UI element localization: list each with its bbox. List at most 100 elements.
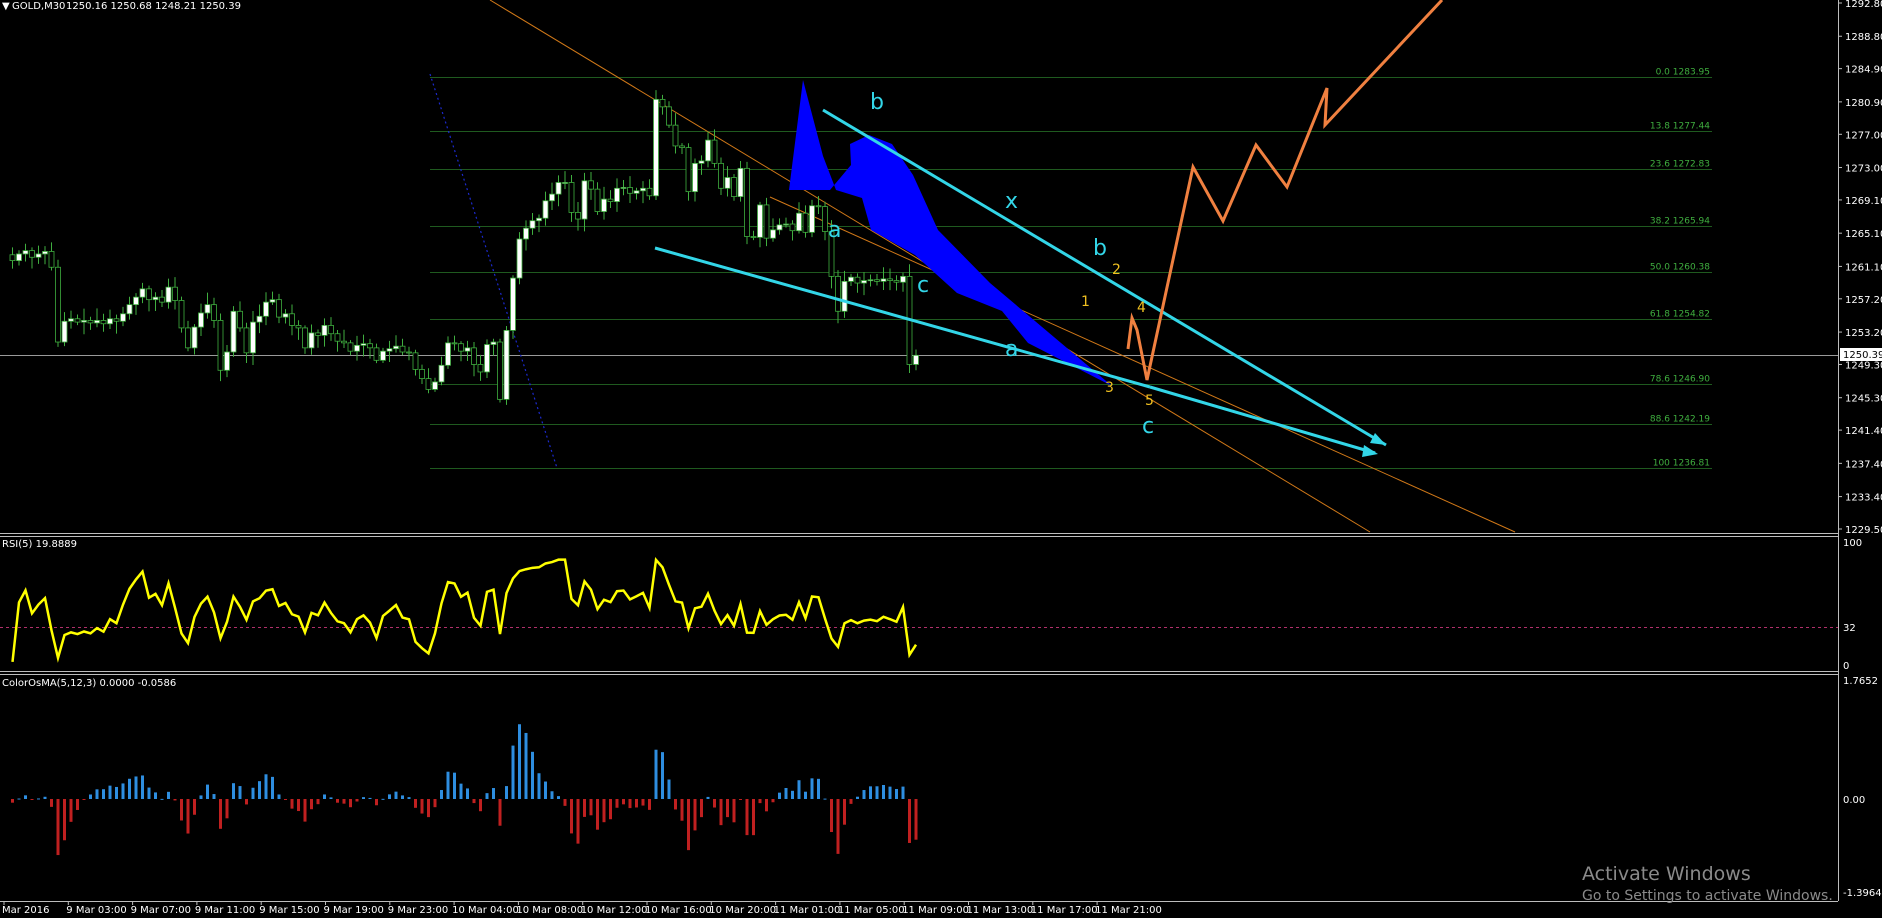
osma-bar bbox=[173, 799, 177, 801]
bull-candle bbox=[393, 345, 399, 350]
osma-bar bbox=[323, 794, 326, 799]
wave-label-3: 3 bbox=[1105, 380, 1114, 396]
bull-candle bbox=[633, 190, 640, 194]
bull-candle bbox=[529, 220, 536, 229]
bear-candle bbox=[477, 364, 484, 373]
fib-level-label: 38.2 1265.94 bbox=[1650, 217, 1710, 227]
osma-bar bbox=[654, 749, 658, 799]
bull-candle bbox=[503, 329, 510, 400]
osma-bar bbox=[576, 799, 580, 844]
bear-candle bbox=[458, 343, 464, 352]
osma-bar bbox=[596, 799, 599, 830]
wave-label-c2: c bbox=[1142, 414, 1154, 439]
price-tick-label: 1288.80 bbox=[1845, 32, 1882, 43]
osma-bar bbox=[160, 798, 164, 800]
osma-bar bbox=[89, 794, 92, 799]
price-tick-label: 1269.10 bbox=[1845, 196, 1882, 207]
wave-label-1: 1 bbox=[1081, 294, 1090, 310]
price-tick-label: 1265.10 bbox=[1845, 229, 1882, 240]
bear-candle bbox=[575, 212, 581, 220]
osma-bar bbox=[589, 799, 593, 816]
bull-candle bbox=[861, 280, 867, 284]
bull-candle bbox=[620, 187, 627, 189]
bull-candle bbox=[698, 160, 705, 164]
osma-bar bbox=[186, 799, 190, 834]
osma-bar bbox=[433, 799, 437, 808]
osma-bar bbox=[238, 786, 242, 799]
osma-bar bbox=[784, 788, 788, 799]
wave-label-2: 2 bbox=[1112, 262, 1121, 278]
osma-bar bbox=[791, 790, 794, 799]
bear-candle bbox=[341, 340, 347, 344]
bull-candle bbox=[737, 167, 744, 198]
osma-bar bbox=[882, 784, 885, 799]
bull-candle bbox=[841, 280, 848, 312]
current-price-label: 1250.39 bbox=[1843, 350, 1882, 361]
rsi-title: RSI(5) 19.8889 bbox=[2, 539, 77, 550]
bear-candle bbox=[74, 318, 81, 323]
bull-candle bbox=[269, 299, 276, 303]
time-tick-label: 11 Mar 01:00 bbox=[774, 905, 841, 916]
wave-label-a2: a bbox=[1005, 337, 1018, 362]
bear-candle bbox=[347, 342, 354, 352]
bull-candle bbox=[549, 193, 555, 202]
osma-bar bbox=[368, 797, 372, 799]
osma-bar bbox=[251, 787, 255, 799]
osma-bar bbox=[745, 799, 749, 836]
bull-candle bbox=[321, 325, 328, 336]
bull-candle bbox=[152, 296, 159, 301]
osma-bar bbox=[277, 794, 281, 799]
osma-bar bbox=[622, 799, 625, 805]
osma-bar bbox=[290, 799, 294, 809]
bear-candle bbox=[451, 342, 458, 345]
osma-bar bbox=[511, 745, 515, 799]
osma-bar bbox=[901, 786, 905, 799]
price-tick-label: 1229.50 bbox=[1845, 525, 1882, 536]
bear-candle bbox=[172, 286, 178, 301]
bull-candle bbox=[653, 98, 659, 197]
bull-candle bbox=[867, 279, 874, 282]
bear-candle bbox=[211, 304, 217, 321]
osma-bar bbox=[778, 792, 781, 799]
bull-candle bbox=[614, 187, 620, 203]
osma-bar bbox=[316, 799, 320, 805]
osma-bar bbox=[804, 791, 807, 799]
menu-dropdown-icon[interactable]: ▼ bbox=[2, 1, 10, 12]
symbol-label: GOLD,M30 bbox=[12, 1, 65, 12]
ohlc-readout: 1250.16 1250.68 1248.21 1250.39 bbox=[66, 1, 241, 12]
bull-candle bbox=[900, 275, 906, 283]
bull-candle bbox=[120, 313, 126, 322]
bull-candle bbox=[94, 320, 100, 324]
fib-level-label: 0.0 1283.95 bbox=[1656, 68, 1710, 78]
bear-candle bbox=[419, 369, 425, 379]
wave-label-4: 4 bbox=[1137, 300, 1146, 316]
price-tick-label: 1253.20 bbox=[1845, 328, 1882, 339]
osma-bar bbox=[355, 799, 359, 802]
osma-bar bbox=[134, 776, 138, 799]
osma-bar bbox=[394, 791, 398, 799]
bear-candle bbox=[718, 162, 724, 189]
bull-candle bbox=[354, 344, 360, 352]
osma-bar bbox=[524, 732, 528, 799]
osma-bar bbox=[908, 799, 911, 843]
bear-candle bbox=[744, 167, 750, 237]
osma-bar bbox=[258, 781, 261, 799]
osma-bar bbox=[329, 797, 333, 799]
osma-bar bbox=[128, 778, 131, 799]
osma-bar bbox=[888, 786, 892, 799]
osma-bar bbox=[680, 799, 684, 821]
osma-bar bbox=[95, 789, 99, 799]
time-tick-label: 9 Mar 15:00 bbox=[259, 905, 319, 916]
osma-bar bbox=[76, 799, 79, 810]
bull-candle bbox=[198, 312, 204, 328]
bear-candle bbox=[100, 320, 107, 325]
bear-candle bbox=[750, 236, 757, 238]
bear-candle bbox=[237, 310, 243, 329]
bear-candle bbox=[497, 341, 503, 400]
bear-candle bbox=[159, 296, 165, 303]
bull-candle bbox=[601, 198, 607, 212]
trading-chart[interactable]: 0.0 1283.95 13.8 1277.44 23.6 1272.83 38.2 … bbox=[0, 0, 1882, 918]
bear-candle bbox=[9, 254, 16, 261]
osma-bar bbox=[914, 799, 918, 840]
time-tick-label: 9 Mar 19:00 bbox=[324, 905, 384, 916]
